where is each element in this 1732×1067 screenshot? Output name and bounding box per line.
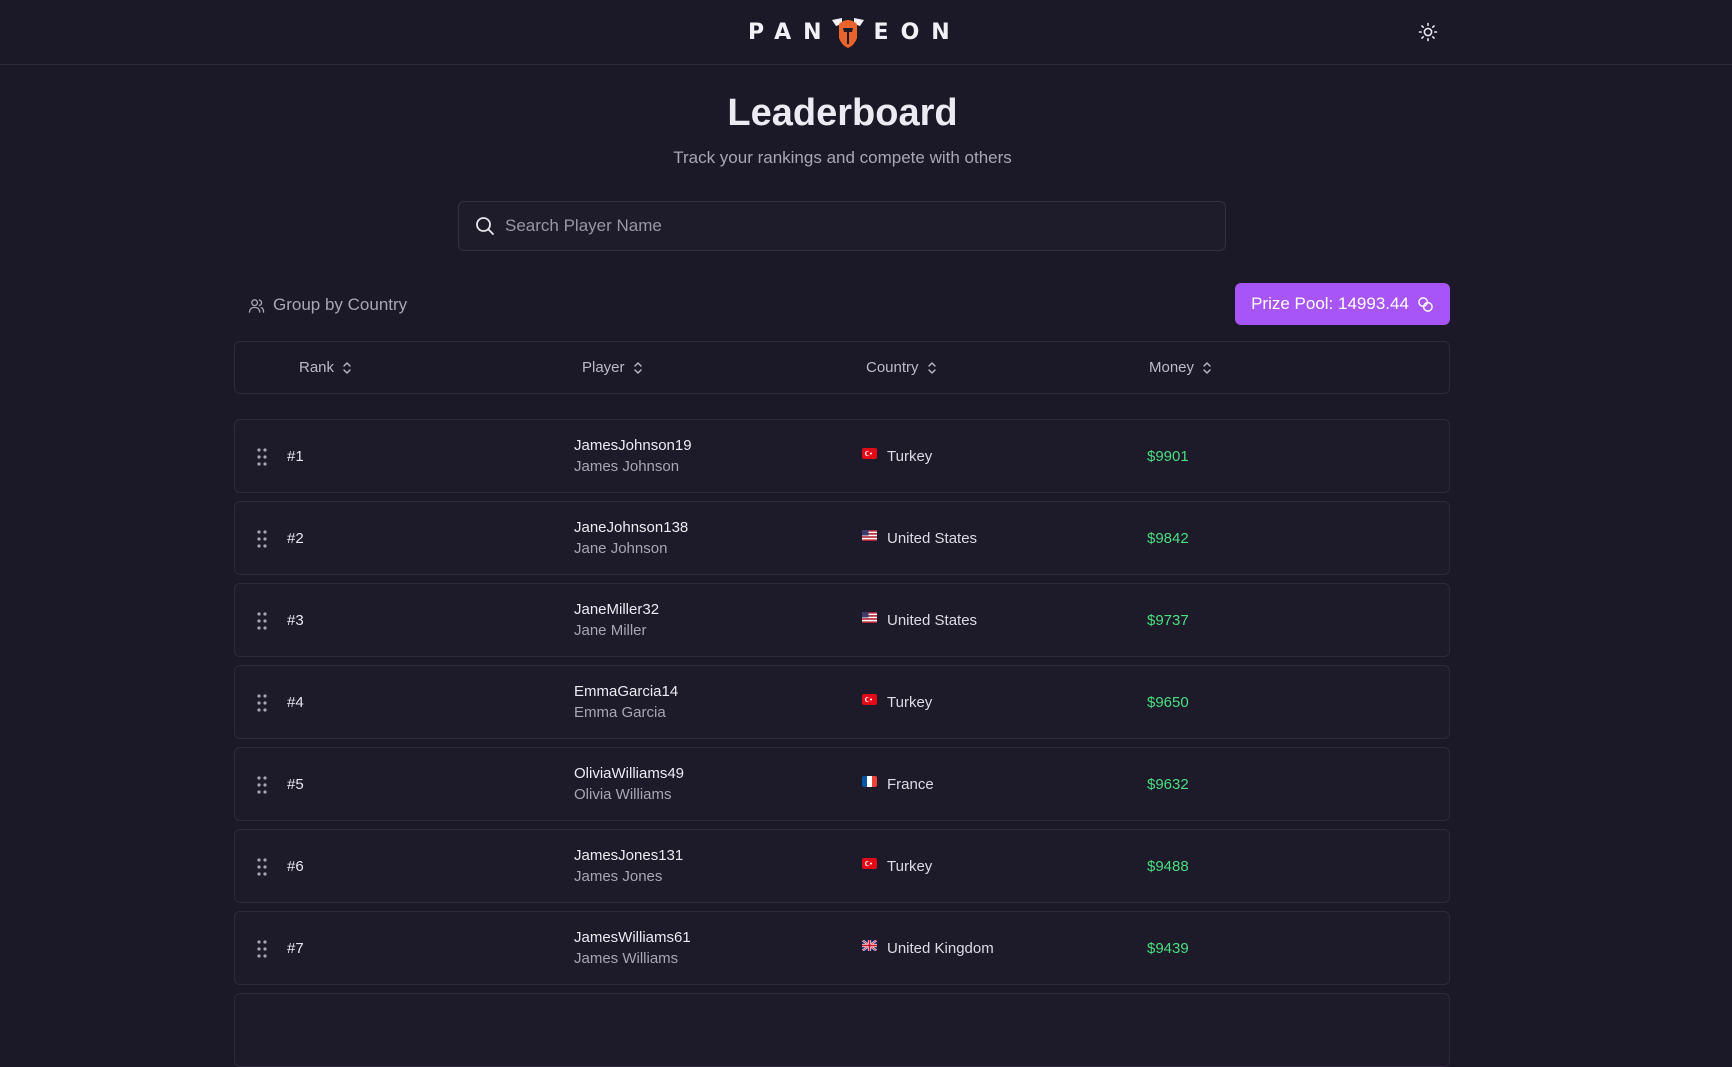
- search-input[interactable]: [505, 216, 1205, 236]
- player-username: JamesJones131: [574, 847, 684, 864]
- rank-cell: #3: [287, 612, 304, 629]
- drag-handle-icon[interactable]: [257, 612, 267, 630]
- player-column-label: Player: [582, 359, 625, 376]
- money-column-label: Money: [1149, 359, 1195, 376]
- flag-icon: [862, 858, 877, 869]
- player-username: JamesJohnson19: [574, 437, 692, 454]
- player-full-name: Emma Garcia: [574, 704, 666, 721]
- rank-cell: #5: [287, 776, 304, 793]
- group-by-country-button[interactable]: Group by Country: [248, 292, 407, 318]
- player-full-name: James Jones: [574, 868, 663, 885]
- drag-handle-icon[interactable]: [257, 530, 267, 548]
- theme-toggle-button[interactable]: [1416, 20, 1440, 44]
- country-cell: United States: [887, 530, 978, 547]
- flag-icon: [862, 940, 877, 951]
- rank-cell: #7: [287, 940, 304, 957]
- table-row[interactable]: #5 OliviaWilliams49 Olivia Williams France $…: [234, 747, 1450, 821]
- player-full-name: Olivia Williams: [574, 786, 672, 803]
- country-cell: Turkey: [887, 448, 933, 465]
- table-row[interactable]: #3 JaneMiller32 Jane Miller United States $9…: [234, 583, 1450, 657]
- top-bar: PAN EON: [0, 0, 1732, 65]
- money-cell: $9842: [1147, 530, 1189, 547]
- player-username: JaneMiller32: [574, 601, 660, 618]
- page-subtitle: Track your rankings and compete with oth…: [673, 148, 1012, 167]
- player-username: JamesWilliams61: [574, 929, 691, 946]
- player-full-name: James Williams: [574, 950, 679, 967]
- country-column-header[interactable]: Country: [866, 342, 937, 393]
- sort-icon: [927, 361, 936, 374]
- country-cell: France: [887, 776, 934, 793]
- money-cell: $9632: [1147, 776, 1189, 793]
- country-cell: United States: [887, 612, 978, 629]
- prize-pool-label: Prize Pool: 14993.44: [1251, 294, 1409, 313]
- table-header: Rank Player Country Money: [234, 341, 1450, 394]
- rank-cell: #6: [287, 858, 304, 875]
- group-by-country-label: Group by Country: [273, 295, 408, 314]
- search-icon: [476, 217, 494, 235]
- player-username: JaneJohnson138: [574, 519, 689, 536]
- sort-icon: [343, 361, 351, 374]
- money-cell: $9439: [1147, 940, 1189, 957]
- player-full-name: Jane Johnson: [574, 540, 668, 557]
- table-row[interactable]: #1 JamesJohnson19 James Johnson Turkey $9901: [234, 419, 1450, 493]
- country-column-label: Country: [866, 359, 919, 376]
- table-row[interactable]: #7 JamesWilliams61 James Williams United Ki…: [234, 911, 1450, 985]
- logo-text-right: EON: [873, 19, 962, 45]
- player-username: EmmaGarcia14: [574, 683, 679, 700]
- money-cell: $9650: [1147, 694, 1189, 711]
- player-full-name: Jane Miller: [574, 622, 647, 639]
- rank-column-label: Rank: [299, 359, 335, 376]
- coins-icon: [1418, 296, 1433, 312]
- rank-cell: #1: [287, 448, 304, 465]
- sort-icon: [633, 361, 642, 374]
- flag-icon: [862, 694, 877, 705]
- logo-text-left: PAN: [748, 19, 834, 45]
- table-row[interactable]: #6 JamesJones131 James Jones Turkey $9488: [234, 829, 1450, 903]
- country-cell: United Kingdom: [887, 940, 994, 957]
- sort-icon: [1203, 361, 1211, 374]
- logo[interactable]: PAN EON: [748, 14, 962, 50]
- flag-icon: [862, 776, 877, 787]
- rank-column-header[interactable]: Rank: [299, 342, 352, 393]
- flag-icon: [862, 530, 877, 541]
- drag-handle-icon[interactable]: [257, 448, 267, 466]
- money-cell: $9488: [1147, 858, 1189, 875]
- drag-handle-icon[interactable]: [257, 776, 267, 794]
- money-cell: $9737: [1147, 612, 1189, 629]
- drag-handle-icon[interactable]: [257, 858, 267, 876]
- player-username: OliviaWilliams49: [574, 765, 685, 782]
- flag-icon: [862, 612, 877, 623]
- prize-pool-button[interactable]: Prize Pool: 14993.44: [1235, 283, 1450, 325]
- table-row[interactable]: #2 JaneJohnson138 Jane Johnson United State…: [234, 501, 1450, 575]
- users-icon: [248, 298, 265, 313]
- flag-icon: [862, 448, 877, 459]
- drag-handle-icon[interactable]: [257, 694, 267, 712]
- helmet-logo-icon: [831, 18, 864, 48]
- table-row[interactable]: [234, 993, 1450, 1067]
- country-cell: Turkey: [887, 694, 933, 711]
- rank-cell: #4: [287, 694, 304, 711]
- table-row[interactable]: #4 EmmaGarcia14 Emma Garcia Turkey $9650: [234, 665, 1450, 739]
- country-cell: Turkey: [887, 858, 933, 875]
- money-column-header[interactable]: Money: [1149, 342, 1212, 393]
- money-cell: $9901: [1147, 448, 1189, 465]
- rank-cell: #2: [287, 530, 304, 547]
- player-column-header[interactable]: Player: [582, 342, 643, 393]
- page-title: Leaderboard: [727, 92, 958, 134]
- sun-icon: [1418, 22, 1438, 42]
- player-full-name: James Johnson: [574, 458, 680, 475]
- drag-handle-icon[interactable]: [257, 940, 267, 958]
- search-box: [458, 201, 1226, 251]
